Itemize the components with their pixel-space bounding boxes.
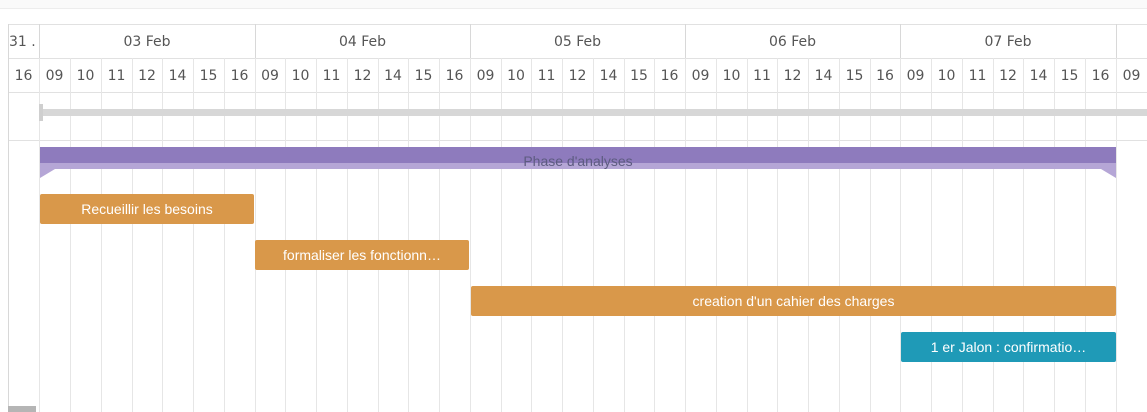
day-label: 04 Feb (338, 34, 387, 50)
toolbar-strip (0, 0, 1147, 9)
day-label: 07 Feb (984, 34, 1032, 50)
phase-bar[interactable]: Phase d'analyses (40, 147, 1116, 178)
hour-label: 16 (445, 68, 464, 84)
hour-label: 16 (660, 68, 679, 84)
hour-label: 12 (783, 68, 802, 84)
task-bar-recueillir-besoins[interactable]: Recueillir les besoins (40, 194, 254, 224)
day-label: 06 Feb (768, 34, 817, 50)
task-bar-cahier-des-charges[interactable]: creation d'un cahier des charges (471, 286, 1116, 316)
hour-label: 12 (999, 68, 1017, 84)
grid-row-line (8, 140, 1147, 141)
gantt-chart: 31 . 03 Feb 04 Feb 05 Feb 06 Feb 07 Feb 16 09 10… (0, 0, 1147, 412)
hour-label: 15 (845, 68, 864, 84)
hour-label: 09 (261, 68, 279, 84)
hour-label: 14 (1029, 68, 1048, 84)
grid-row-line (8, 24, 1147, 25)
hour-label: 10 (937, 68, 956, 84)
hour-label: 16 (14, 68, 33, 84)
hour-label: 09 (45, 68, 64, 84)
hour-label: 15 (1060, 68, 1079, 84)
hour-label: 10 (76, 68, 95, 84)
day-label: 31 . (9, 34, 36, 50)
hour-label: 16 (1091, 68, 1110, 84)
grid-row-line (8, 92, 1147, 93)
hour-label: 14 (168, 68, 187, 84)
hour-label: 15 (414, 68, 433, 84)
task-bar-formaliser-fonctionnalites[interactable]: formaliser les fonctionn… (255, 240, 469, 270)
hour-label: 11 (968, 68, 987, 84)
hour-label: 12 (568, 68, 587, 84)
hour-label: 14 (384, 68, 402, 84)
day-label: 05 Feb (553, 34, 602, 50)
hour-label: 09 (1122, 68, 1141, 84)
hour-label: 15 (199, 68, 218, 84)
grid-row-line (8, 58, 1147, 59)
hour-label: 12 (138, 68, 156, 84)
bottom-scrollbar[interactable] (8, 406, 36, 412)
hour-label: 10 (722, 68, 741, 84)
grid-left-border (8, 24, 9, 412)
milestone-bar-jalon-1[interactable]: 1 er Jalon : confirmatio… (901, 332, 1116, 362)
hour-label: 11 (322, 68, 341, 84)
hour-label: 16 (876, 68, 894, 84)
phase-label: Phase d'analyses (523, 153, 633, 169)
hour-label: 14 (814, 68, 833, 84)
timeline-scrollbar[interactable] (40, 109, 1147, 116)
hour-label: 10 (291, 68, 310, 84)
day-grid-line (1116, 24, 1117, 58)
day-label: 03 Feb (123, 34, 171, 50)
hour-label: 10 (507, 68, 525, 84)
hour-label: 11 (537, 68, 556, 84)
hour-label: 16 (230, 68, 249, 84)
hour-label: 12 (353, 68, 372, 84)
hour-label: 11 (753, 68, 771, 84)
hour-label: 09 (476, 68, 495, 84)
hour-label: 14 (599, 68, 618, 84)
hour-label: 11 (107, 68, 126, 84)
hour-label: 09 (906, 68, 925, 84)
scrollbar-handle[interactable] (39, 104, 43, 121)
hour-label: 09 (691, 68, 710, 84)
hour-label: 15 (630, 68, 648, 84)
